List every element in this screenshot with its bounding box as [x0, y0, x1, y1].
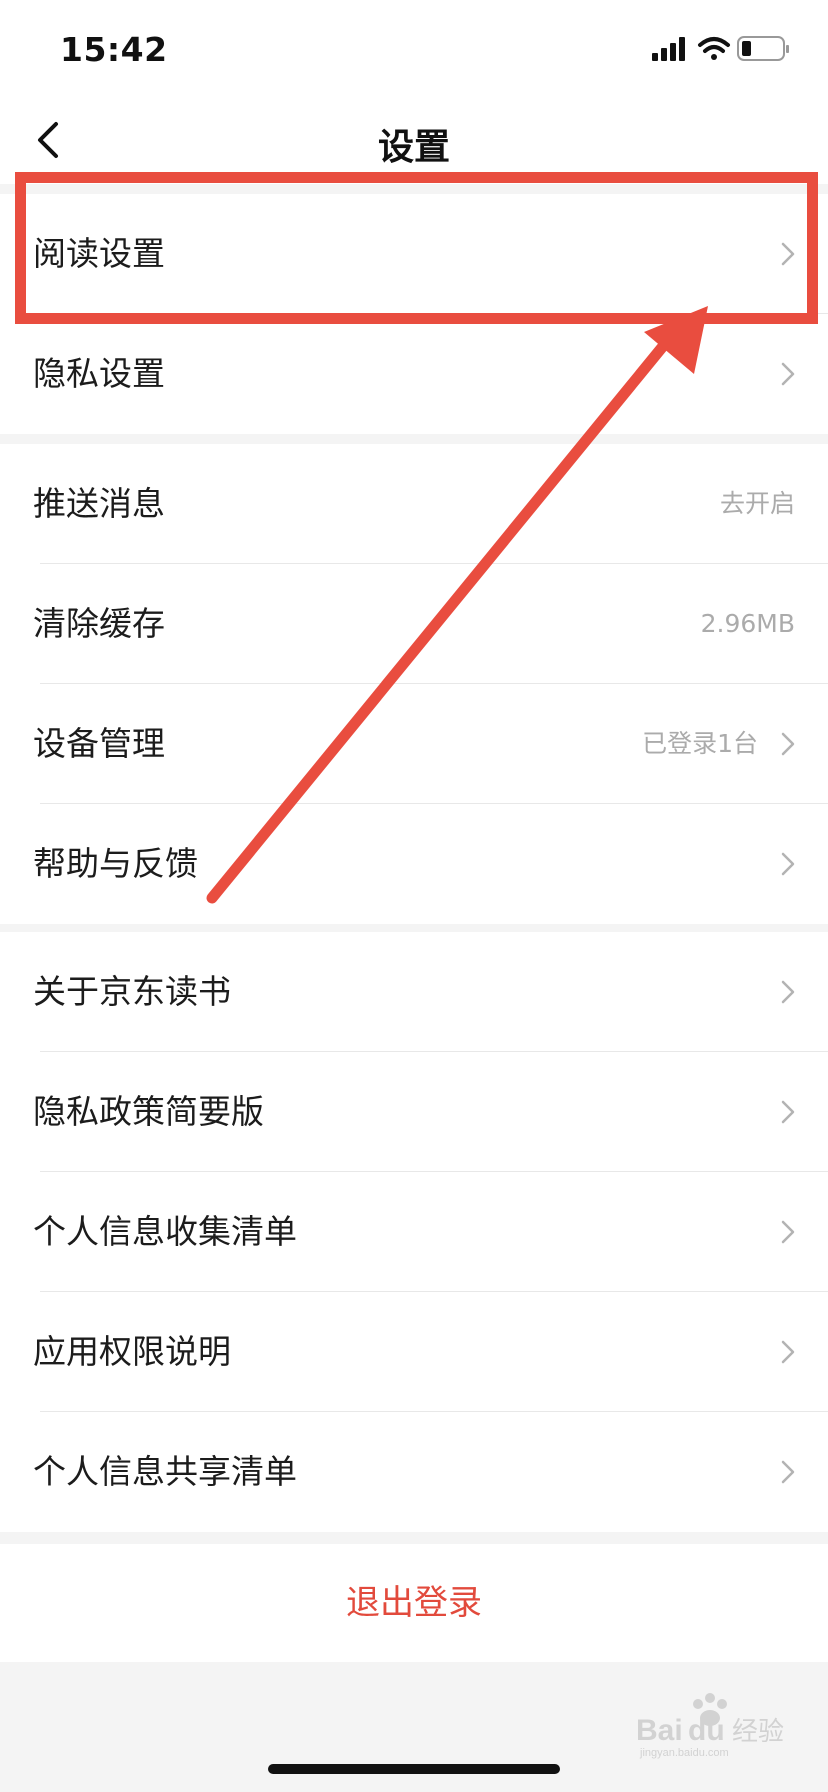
- row-label: 应用权限说明: [33, 1332, 231, 1371]
- signal-icon: [652, 37, 685, 61]
- svg-text:Bai: Bai: [636, 1714, 683, 1747]
- row-label: 隐私政策简要版: [33, 1092, 264, 1131]
- settings-row-privacy[interactable]: 隐私设置: [0, 314, 828, 434]
- row-label: 关于京东读书: [33, 972, 231, 1011]
- row-value: 已登录1台: [642, 729, 758, 758]
- row-label: 阅读设置: [33, 234, 165, 273]
- baidu-watermark-logo: Bai du 经验 jingyan.baidu.com: [636, 1690, 806, 1760]
- logout-button[interactable]: 退出登录: [0, 1544, 828, 1662]
- wifi-icon: [698, 37, 730, 60]
- svg-text:jingyan.baidu.com: jingyan.baidu.com: [639, 1747, 729, 1759]
- chevron-right-icon: [781, 1220, 795, 1244]
- settings-row-push[interactable]: 推送消息 去开启: [0, 444, 828, 564]
- chevron-right-icon: [781, 362, 795, 386]
- chevron-right-icon: [781, 852, 795, 876]
- row-label: 设备管理: [33, 724, 165, 763]
- settings-row-info-collection[interactable]: 个人信息收集清单: [0, 1172, 828, 1292]
- page-title: 设置: [377, 127, 450, 168]
- settings-row-permissions[interactable]: 应用权限说明: [0, 1292, 828, 1412]
- settings-row-help[interactable]: 帮助与反馈: [0, 804, 828, 924]
- settings-row-privacy-policy[interactable]: 隐私政策简要版: [0, 1052, 828, 1172]
- chevron-right-icon: [781, 980, 795, 1004]
- settings-group-reading-privacy: 阅读设置 隐私设置: [0, 194, 828, 434]
- settings-row-cache[interactable]: 清除缓存 2.96MB: [0, 564, 828, 684]
- row-label: 个人信息收集清单: [33, 1212, 297, 1251]
- row-label: 清除缓存: [33, 604, 165, 643]
- home-indicator[interactable]: [268, 1764, 560, 1774]
- row-label: 推送消息: [33, 484, 165, 523]
- chevron-right-icon: [781, 1460, 795, 1484]
- nav-bar: 设置: [0, 96, 828, 184]
- svg-text:du: du: [688, 1714, 725, 1747]
- status-icons: [652, 34, 792, 64]
- status-bar: 15:42: [0, 0, 828, 96]
- battery-icon: [737, 36, 789, 61]
- chevron-right-icon: [781, 242, 795, 266]
- chevron-right-icon: [781, 1100, 795, 1124]
- settings-row-reading[interactable]: 阅读设置: [0, 194, 828, 314]
- baidu-paw-icon: Bai du 经验 jingyan.baidu.com: [636, 1693, 784, 1759]
- row-value: 去开启: [719, 489, 795, 518]
- svg-text:经验: 经验: [732, 1717, 784, 1747]
- row-value: 2.96MB: [700, 609, 795, 638]
- status-time: 15:42: [60, 30, 168, 69]
- row-label: 帮助与反馈: [33, 844, 198, 883]
- status-icons-svg: [652, 36, 789, 61]
- logout-label: 退出登录: [346, 1583, 482, 1623]
- settings-group-about: 关于京东读书 隐私政策简要版 个人信息收集清单 应用权限说明 个人信息共享清单: [0, 932, 828, 1532]
- row-label: 个人信息共享清单: [33, 1452, 297, 1491]
- settings-row-info-sharing[interactable]: 个人信息共享清单: [0, 1412, 828, 1532]
- chevron-right-icon: [781, 732, 795, 756]
- row-label: 隐私设置: [33, 354, 165, 393]
- settings-group-general: 推送消息 去开启 清除缓存 2.96MB 设备管理 已登录1台 帮助与反馈: [0, 444, 828, 924]
- chevron-right-icon: [781, 1340, 795, 1364]
- settings-row-devices[interactable]: 设备管理 已登录1台: [0, 684, 828, 804]
- settings-row-about[interactable]: 关于京东读书: [0, 932, 828, 1052]
